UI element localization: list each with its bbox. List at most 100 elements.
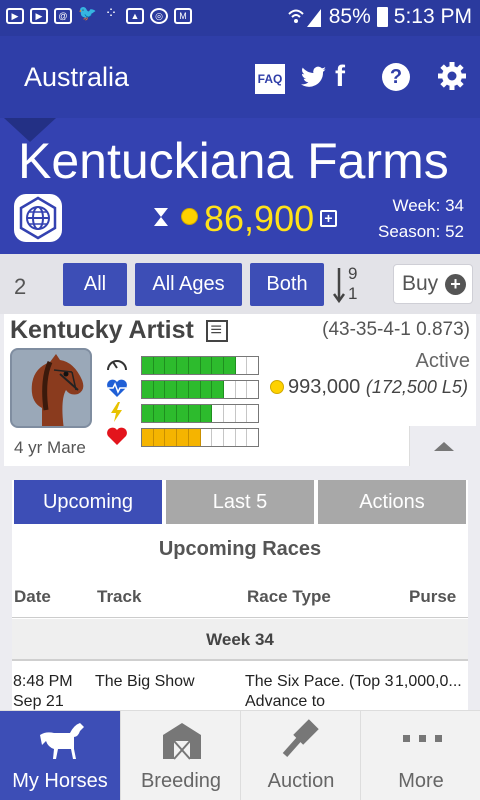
stat-segment xyxy=(153,357,166,374)
tab-upcoming[interactable]: Upcoming xyxy=(14,480,162,524)
lightning-icon xyxy=(111,402,122,422)
nav-label: More xyxy=(398,770,444,792)
race-type: The Six Pace. (Top 3 Advance to xyxy=(245,673,394,710)
stat-segment xyxy=(142,357,154,374)
stat-segment xyxy=(212,405,224,422)
speed-stat-bar xyxy=(141,356,259,375)
race-record: (43-35-4-1 0.873) xyxy=(322,319,470,340)
stat-segment xyxy=(165,381,178,398)
stat-segment xyxy=(212,381,224,398)
horse-avatar[interactable] xyxy=(10,348,92,428)
stat-segment xyxy=(212,429,224,446)
stat-segment xyxy=(236,381,248,398)
status-bar: ▶ ▶ @ 🐦 ⁘ ▲ ◎ M 85% 5:13 PM xyxy=(0,0,480,36)
stat-segment xyxy=(224,429,236,446)
horse-card[interactable]: Kentucky Artist (43-35-4-1 0.873) 4 yr M… xyxy=(4,314,476,466)
faq-button[interactable]: FAQ xyxy=(255,64,285,94)
stat-segment xyxy=(201,429,213,446)
race-panel: Upcoming Last 5 Actions Upcoming Races D… xyxy=(12,480,468,710)
sort-top-digit: 9 xyxy=(348,264,358,283)
sort-icon[interactable]: 9 1 xyxy=(333,264,365,306)
add-funds-button[interactable]: + xyxy=(320,210,337,227)
filter-all-button[interactable]: All xyxy=(63,263,127,306)
week-label: Week: 34 xyxy=(392,196,464,215)
table-row[interactable]: 8:48 PM Sep 21 The Big Show The Six Pace… xyxy=(12,664,468,710)
stat-segment xyxy=(142,429,154,446)
stat-segment xyxy=(188,429,201,446)
race-purse: 1,000,0... xyxy=(395,673,462,690)
twitter-button[interactable] xyxy=(298,62,328,92)
nav-label: My Horses xyxy=(12,770,108,792)
farm-balance: 86,900 xyxy=(204,198,315,239)
notes-icon[interactable] xyxy=(206,320,228,342)
week-group-header: Week 34 xyxy=(12,619,468,661)
stat-segment xyxy=(200,357,213,374)
stat-segment xyxy=(188,405,201,422)
filter-bar: 2 All All Ages Both 9 1 Buy + xyxy=(0,254,480,314)
stat-segment xyxy=(165,429,178,446)
stat-segment xyxy=(236,357,248,374)
nav-label: Auction xyxy=(267,770,335,792)
column-header[interactable]: Track xyxy=(97,587,141,607)
horse-status: Active xyxy=(415,350,470,372)
tab-last5[interactable]: Last 5 xyxy=(166,480,314,524)
header-notch xyxy=(4,118,56,142)
notification-icons: ▶ ▶ @ 🐦 ⁘ ▲ ◎ M xyxy=(6,5,192,24)
heart-icon xyxy=(107,427,127,445)
health-stat-bar xyxy=(141,428,259,447)
globe-button[interactable] xyxy=(14,194,62,242)
image-icon: ▲ xyxy=(126,8,144,24)
farm-header: Kentuckiana Farms 86,900 + Week: 34 Seas… xyxy=(0,118,480,254)
stat-segment xyxy=(236,429,248,446)
app-bar: Australia FAQ f ? xyxy=(0,36,480,118)
season-label: Season: 52 xyxy=(377,222,464,241)
tab-actions[interactable]: Actions xyxy=(318,480,466,524)
nav-more[interactable]: More xyxy=(360,711,480,800)
stat-segment xyxy=(224,405,236,422)
stamina-stat-bar xyxy=(141,380,259,399)
battery-icon xyxy=(376,7,388,27)
buy-button[interactable]: Buy + xyxy=(393,264,473,304)
horse-count: 2 xyxy=(14,274,27,299)
column-header[interactable]: Date xyxy=(14,587,51,607)
wifi-signal-icon xyxy=(288,9,321,27)
hourglass-icon xyxy=(154,208,168,226)
stat-segment xyxy=(142,405,154,422)
stat-segment xyxy=(188,381,201,398)
stat-segment xyxy=(153,405,166,422)
stat-segment xyxy=(177,357,189,374)
collapse-button[interactable] xyxy=(409,426,476,466)
region-title[interactable]: Australia xyxy=(24,62,129,93)
stat-segment xyxy=(165,357,178,374)
coin-icon xyxy=(181,208,198,225)
stat-segment xyxy=(247,381,258,398)
filter-gender-button[interactable]: Both xyxy=(250,263,324,306)
farm-name: Kentuckiana Farms xyxy=(18,133,449,189)
settings-gear-icon[interactable] xyxy=(437,61,467,91)
gmail-icon: M xyxy=(174,8,192,24)
clock: 5:13 PM xyxy=(393,5,472,28)
nav-breeding[interactable]: Breeding xyxy=(120,711,240,800)
race-track: The Big Show xyxy=(95,673,195,690)
section-title: Upcoming Races xyxy=(158,538,322,560)
help-button[interactable]: ? xyxy=(382,63,410,91)
nav-my-horses[interactable]: My Horses xyxy=(0,711,120,800)
nav-auction[interactable]: Auction xyxy=(240,711,360,800)
column-header[interactable]: Race Type xyxy=(247,587,331,607)
stat-segment xyxy=(200,405,213,422)
dots-icon: ⁘ xyxy=(104,5,118,22)
filter-age-button[interactable]: All Ages xyxy=(135,263,242,306)
stat-segment xyxy=(153,381,166,398)
youtube-icon: ▶ xyxy=(6,8,24,24)
horse-icon xyxy=(40,723,84,759)
coin-icon xyxy=(270,380,284,394)
column-header[interactable]: Purse xyxy=(409,587,456,607)
twitter-icon: 🐦 xyxy=(78,5,97,22)
nav-label: Breeding xyxy=(140,770,222,792)
facebook-button[interactable]: f xyxy=(335,60,345,94)
gavel-icon xyxy=(282,719,319,757)
more-dots-icon xyxy=(403,735,442,742)
heart-rate-icon xyxy=(107,379,127,397)
stat-segment xyxy=(200,381,213,398)
race-date: 8:48 PM Sep 21 xyxy=(13,673,73,710)
